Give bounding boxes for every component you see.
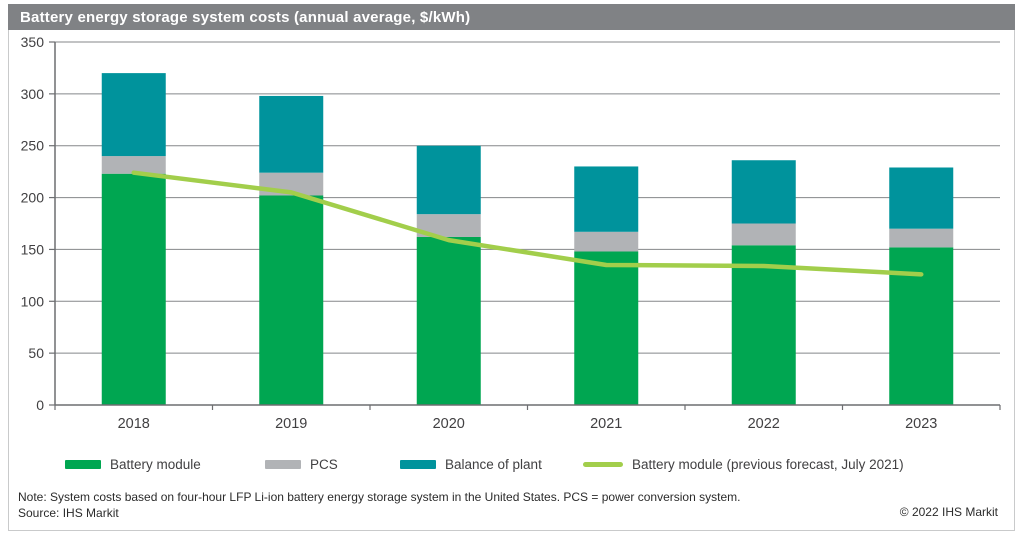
chart-area: 0 50 100 150 200 250 300 350 2018 2019 2020 2021 202… [8, 31, 1015, 443]
legend-item: Battery module (previous forecast, July … [583, 450, 904, 478]
x-tick-label: 2022 [748, 416, 780, 432]
bar-segment [574, 166, 638, 231]
y-tick-label: 300 [21, 86, 45, 102]
bar-segment [574, 252, 638, 405]
y-tick-label: 250 [21, 138, 45, 154]
legend-color-swatch [265, 460, 301, 469]
legend-label: PCS [310, 457, 338, 472]
x-tick-label: 2023 [905, 416, 937, 432]
bar-segment [259, 195, 323, 405]
legend-item: Balance of plant [400, 450, 542, 478]
bar-segment [417, 237, 481, 405]
page-title: Battery energy storage system costs (ann… [8, 9, 470, 26]
bar-segment [102, 174, 166, 405]
title-bar: Battery energy storage system costs (ann… [8, 4, 1015, 30]
x-tick-label: 2019 [275, 416, 307, 432]
x-tick-label: 2020 [433, 416, 465, 432]
bar-segment [732, 224, 796, 246]
copyright-text: © 2022 IHS Markit [900, 505, 998, 519]
bar-segment [102, 73, 166, 156]
legend: Battery module PCS Balance of plant Battery… [8, 450, 1015, 478]
x-tick-label: 2018 [118, 416, 150, 432]
bar-segment [574, 232, 638, 252]
bar-segment [732, 160, 796, 223]
legend-line-swatch [583, 462, 623, 467]
y-tick-label: 150 [21, 241, 45, 257]
forecast-line [134, 173, 922, 275]
y-tick-label: 350 [21, 34, 45, 50]
y-tick-label: 100 [21, 293, 45, 309]
legend-label: Battery module (previous forecast, July … [632, 457, 904, 472]
legend-item: Battery module [65, 450, 201, 478]
legend-color-swatch [400, 460, 436, 469]
legend-item: PCS [265, 450, 338, 478]
legend-label: Battery module [110, 457, 201, 472]
x-tick-label: 2021 [590, 416, 622, 432]
chart-page: Battery energy storage system costs (ann… [0, 0, 1024, 545]
note-text: Note: System costs based on four-hour LF… [18, 489, 868, 505]
bar-segment [889, 167, 953, 228]
y-tick-label: 0 [36, 397, 44, 413]
source-text: Source: IHS Markit [18, 505, 868, 521]
legend-label: Balance of plant [445, 457, 542, 472]
legend-color-swatch [65, 460, 101, 469]
chart-svg: 0 50 100 150 200 250 300 350 2018 2019 2020 2021 202… [8, 31, 1015, 443]
bar-segment [259, 96, 323, 173]
bar-segment [889, 229, 953, 248]
y-tick-label: 50 [28, 345, 44, 361]
y-tick-label: 200 [21, 190, 45, 206]
bar-segment [417, 146, 481, 214]
footnote: Note: System costs based on four-hour LF… [18, 489, 868, 521]
